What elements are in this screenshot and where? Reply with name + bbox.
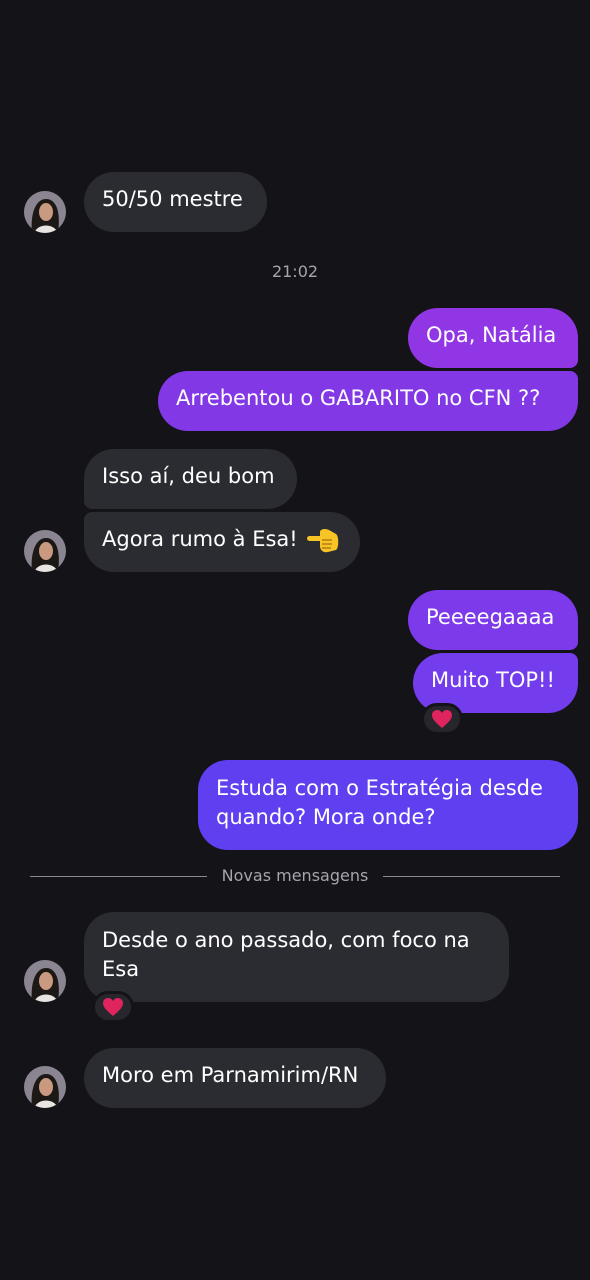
message-text-line: quando? Mora onde? bbox=[216, 805, 436, 829]
message-text: Arrebentou o GABARITO no CFN ?? bbox=[176, 386, 541, 410]
contact-avatar[interactable] bbox=[24, 191, 66, 233]
message-bubble-outgoing[interactable]: Peeeegaaaa bbox=[408, 590, 578, 650]
message-text: Peeeegaaaa bbox=[426, 605, 555, 629]
message-bubble-incoming[interactable]: Isso aí, deu bom bbox=[84, 449, 297, 509]
contact-avatar[interactable] bbox=[24, 530, 66, 572]
message-bubble-outgoing[interactable]: Opa, Natália bbox=[408, 308, 578, 368]
message-text: Muito TOP!! bbox=[431, 668, 555, 692]
message-text: Opa, Natália bbox=[426, 323, 557, 347]
message-text-line: Esa bbox=[102, 957, 140, 981]
heart-icon bbox=[432, 710, 452, 728]
chat-screen: 50/50 mestre 21:02 Opa, Natália Arrebent… bbox=[0, 0, 590, 1280]
message-text-line: Desde o ano passado, com foco na bbox=[102, 928, 470, 952]
message-bubble-incoming[interactable]: Moro em Parnamirim/RN bbox=[84, 1048, 386, 1108]
contact-avatar[interactable] bbox=[24, 1066, 66, 1108]
reaction-badge[interactable] bbox=[92, 991, 134, 1023]
message-bubble-outgoing[interactable]: Estuda com o Estratégia desde quando? Mo… bbox=[198, 760, 578, 850]
message-bubble-outgoing[interactable]: Arrebentou o GABARITO no CFN ?? bbox=[158, 371, 578, 431]
message-text: Agora rumo à Esa! bbox=[102, 527, 298, 551]
message-text: 50/50 mestre bbox=[102, 187, 243, 211]
message-text: Isso aí, deu bom bbox=[102, 464, 275, 488]
pointing-hand-emoji-icon bbox=[306, 526, 340, 562]
timestamp: 21:02 bbox=[271, 262, 319, 281]
heart-icon bbox=[103, 998, 123, 1016]
message-text-line: Estuda com o Estratégia desde bbox=[216, 776, 543, 800]
divider-line-right bbox=[383, 876, 560, 877]
reaction-badge[interactable] bbox=[421, 703, 463, 735]
contact-avatar[interactable] bbox=[24, 960, 66, 1002]
message-text: Moro em Parnamirim/RN bbox=[102, 1063, 359, 1087]
message-bubble-incoming[interactable]: Desde o ano passado, com foco na Esa bbox=[84, 912, 509, 1002]
message-bubble-incoming[interactable]: 50/50 mestre bbox=[84, 172, 267, 232]
message-bubble-incoming[interactable]: Agora rumo à Esa! bbox=[84, 512, 360, 572]
